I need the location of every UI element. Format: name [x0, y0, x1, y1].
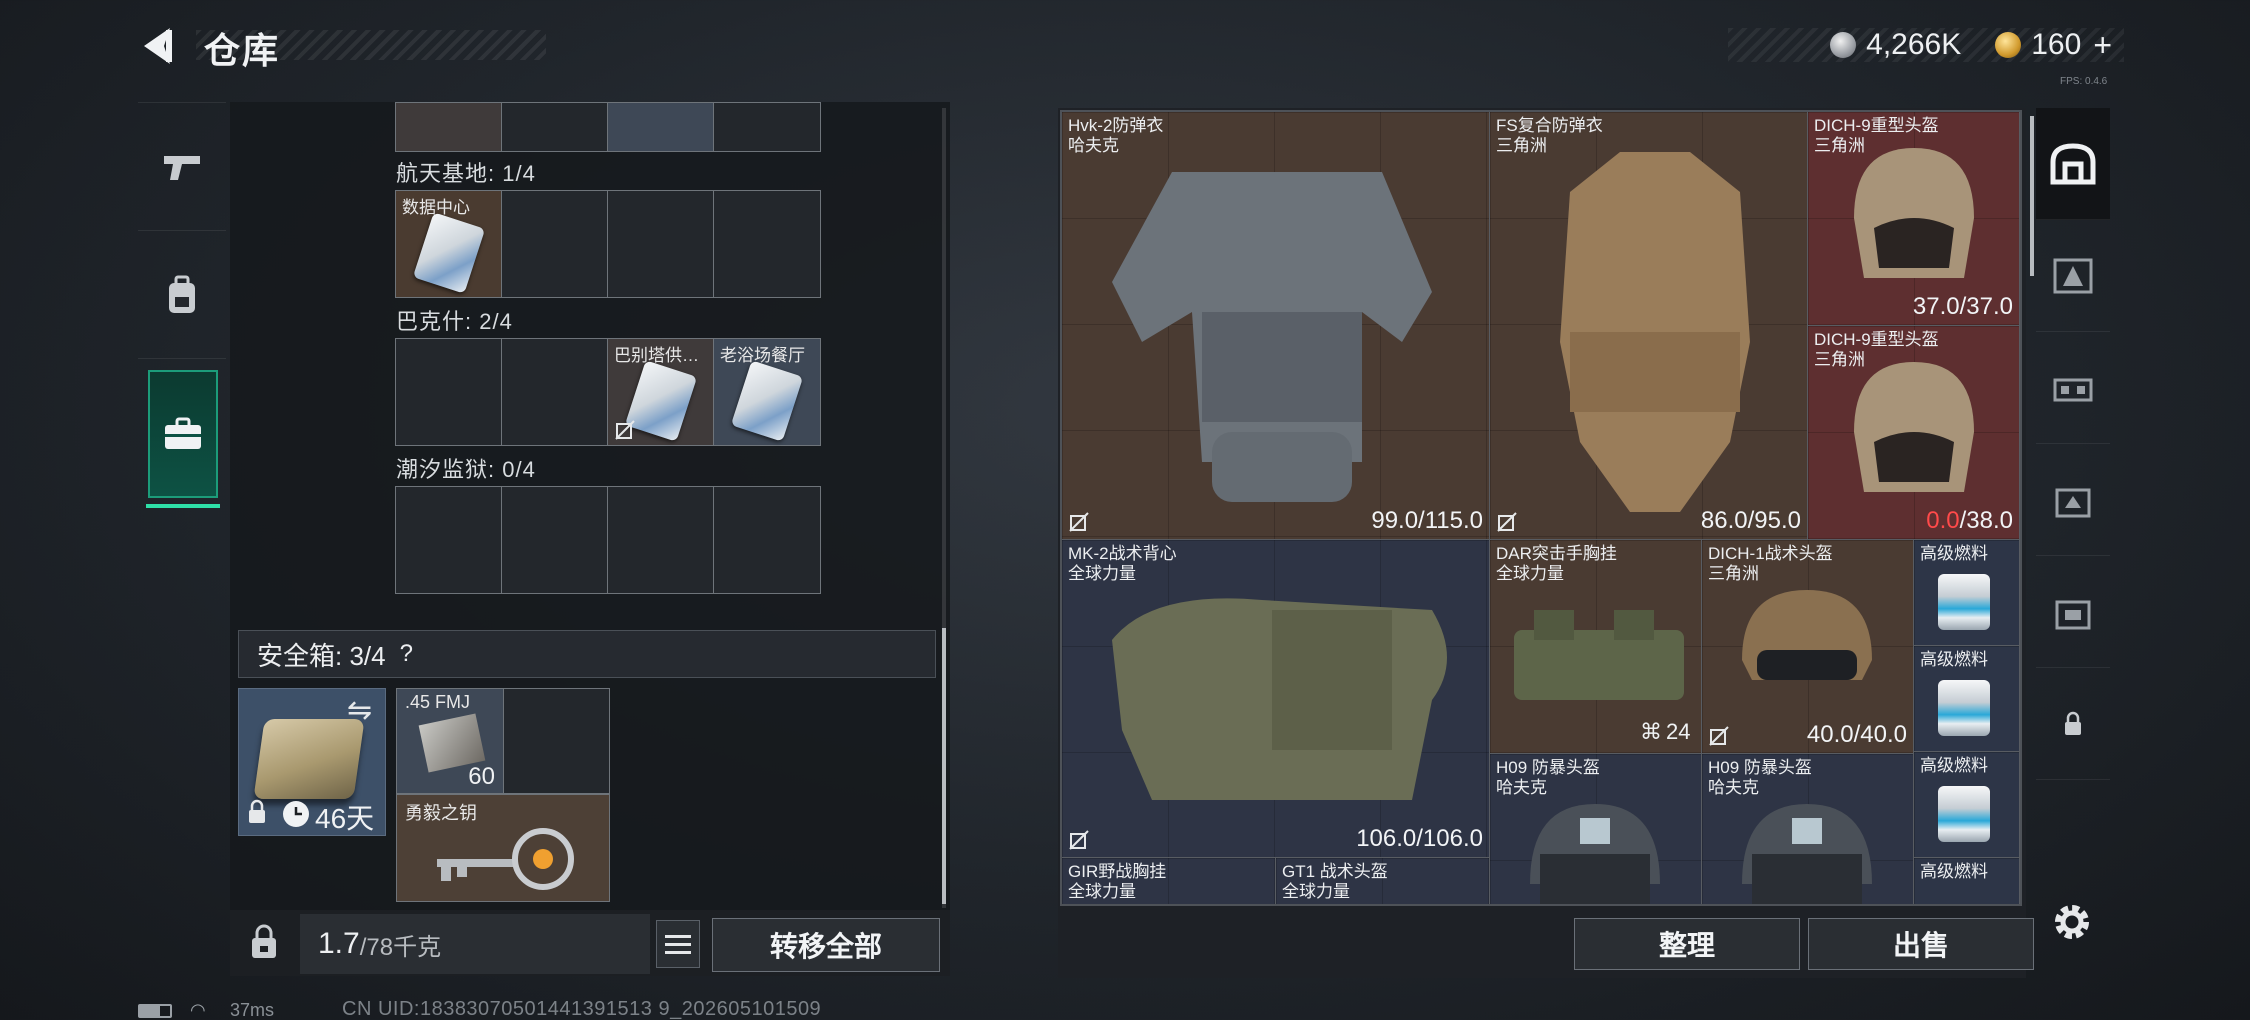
- clock-icon: [283, 801, 309, 827]
- safe-case-image: [253, 719, 365, 799]
- section-label-bakhsh: 巴克什: 2/4: [396, 309, 513, 334]
- inventory-frame: [1060, 110, 2022, 906]
- keycard-cell[interactable]: 老浴场餐厅: [714, 339, 820, 445]
- stash-row-partial: [395, 102, 821, 152]
- inventory-scrollbar[interactable]: [2030, 116, 2034, 276]
- sort-button[interactable]: 整理: [1574, 918, 1800, 970]
- keycard-cell[interactable]: 巴别塔供…: [608, 339, 714, 445]
- keycard-name: 老浴场餐厅: [720, 346, 805, 365]
- empty-cell[interactable]: [502, 339, 608, 445]
- equipment-rail: [2036, 108, 2110, 898]
- sell-button[interactable]: 出售: [1808, 918, 2034, 970]
- stash-row-bakhsh: 巴别塔供… 老浴场餐厅: [395, 338, 821, 446]
- safe-box-title: 安全箱: 3/4: [257, 640, 386, 671]
- stash-cell[interactable]: [608, 103, 714, 151]
- keycard-name: 巴别塔供…: [614, 346, 699, 365]
- currency-bar: 4,266K 160 +: [1728, 27, 2124, 64]
- list-icon: [665, 934, 691, 938]
- tab-backpack-slot[interactable]: [2036, 444, 2110, 556]
- empty-cell[interactable]: [502, 191, 608, 297]
- weight-max: /78千克: [359, 933, 442, 961]
- backpack-slot-icon: [2055, 488, 2091, 517]
- stash-cell[interactable]: [396, 103, 502, 151]
- lock-icon: [249, 799, 265, 823]
- tab-case-slot[interactable]: [2036, 556, 2110, 668]
- weight-current: 1.7: [318, 927, 360, 960]
- keycard-cell[interactable]: 数据中心: [396, 191, 502, 297]
- empty-cell[interactable]: [504, 688, 610, 794]
- silver-coin-icon: [1830, 32, 1857, 58]
- safe-days-left: 46天: [315, 803, 375, 834]
- empty-cell[interactable]: [502, 487, 608, 593]
- pistol-icon: [164, 155, 200, 180]
- battery-icon: [138, 1004, 172, 1018]
- uid-text: CN UID:18383070501441391513 9_2026051015…: [342, 998, 822, 1020]
- tab-weapons[interactable]: [138, 102, 226, 230]
- back-arrow-icon: [144, 28, 172, 64]
- armor-slot-icon: [2053, 258, 2093, 293]
- helmet-slot-icon: [2050, 142, 2096, 184]
- tab-locked-slot[interactable]: [2036, 668, 2110, 780]
- keycard-image: [730, 360, 804, 442]
- key-cell[interactable]: 勇毅之钥: [396, 794, 610, 902]
- gold-coin-icon: [1995, 32, 2022, 58]
- section-label-spacebase: 航天基地: 1/4: [396, 161, 536, 186]
- list-view-button[interactable]: [656, 920, 700, 968]
- gold-balance: 160: [2031, 28, 2082, 61]
- wifi-icon: ◠: [190, 1000, 206, 1020]
- empty-cell[interactable]: [396, 487, 502, 593]
- silver-balance: 4,266K: [1866, 28, 1962, 61]
- tab-rig-slot[interactable]: [2036, 332, 2110, 444]
- tab-armor-slot[interactable]: [2036, 220, 2110, 332]
- briefcase-icon: [165, 417, 201, 449]
- left-nav-rail: [138, 102, 226, 692]
- stash-scroll-thumb[interactable]: [942, 628, 946, 904]
- tab-keys-case[interactable]: [146, 370, 220, 508]
- add-currency-button[interactable]: +: [2093, 27, 2112, 64]
- ammo-count: 60: [468, 763, 495, 790]
- rig-slot-icon: [2053, 378, 2093, 401]
- keycard-image: [412, 212, 486, 294]
- keycard-name: 数据中心: [402, 198, 470, 217]
- fps-tag: FPS: 0.4.6: [2060, 76, 2108, 87]
- case-slot-icon: [2055, 600, 2091, 629]
- empty-cell[interactable]: [608, 487, 714, 593]
- empty-cell[interactable]: [714, 191, 820, 297]
- section-label-tide-prison: 潮汐监狱: 0/4: [396, 457, 536, 482]
- no-drop-icon: [615, 420, 635, 440]
- empty-cell[interactable]: [608, 191, 714, 297]
- safe-case-slot[interactable]: ⇋ 46天: [238, 688, 386, 836]
- ammo-cell[interactable]: .45 FMJ 60: [396, 688, 504, 794]
- settings-gear-icon[interactable]: [2050, 900, 2094, 944]
- weight-display: 1.7 /78千克: [300, 914, 650, 974]
- stash-row-tide-prison: [395, 486, 821, 594]
- safe-box-header: 安全箱: 3/4 ?: [238, 630, 936, 678]
- lock-icon: [2065, 711, 2081, 735]
- weight-lock-icon[interactable]: [250, 924, 278, 960]
- ammo-name: .45 FMJ: [405, 692, 471, 712]
- help-button[interactable]: ?: [400, 640, 413, 668]
- key-image: [437, 828, 574, 890]
- backpack-icon: [169, 275, 195, 313]
- stash-cell[interactable]: [714, 103, 820, 151]
- stash-row-spacebase: 数据中心: [395, 190, 821, 298]
- empty-cell[interactable]: [396, 339, 502, 445]
- swap-icon[interactable]: ⇋: [347, 693, 372, 728]
- stash-cell[interactable]: [502, 103, 608, 151]
- ping-text: 37ms: [230, 1000, 275, 1020]
- back-button[interactable]: [136, 22, 176, 70]
- tab-helmet-slot[interactable]: [2036, 108, 2110, 220]
- tab-backpacks[interactable]: [138, 230, 226, 358]
- page-title: 仓库: [204, 30, 281, 71]
- empty-cell[interactable]: [714, 487, 820, 593]
- transfer-all-button[interactable]: 转移全部: [712, 918, 940, 972]
